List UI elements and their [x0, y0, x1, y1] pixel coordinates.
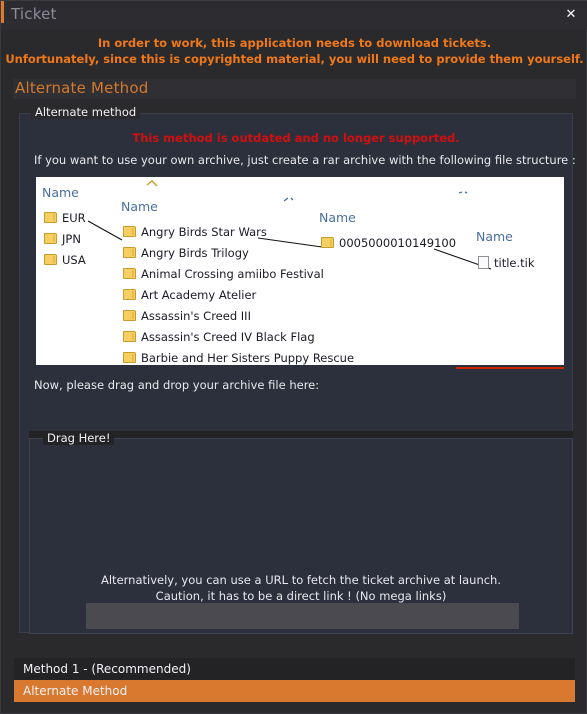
diagram-row-folder: Assassin's Creed IV Black Flag — [123, 329, 315, 346]
diagram-item-label: Art Academy Atelier — [141, 288, 257, 302]
notice-line-2: Unfortunately, since this is copyrighted… — [5, 52, 584, 66]
diagram-item-label: Angry Birds Trilogy — [141, 246, 249, 260]
outdated-warning: This method is outdated and no longer su… — [132, 131, 460, 145]
diagram-row-folder: Assassin's Creed III — [123, 308, 251, 325]
folder-icon — [123, 268, 136, 279]
download-notice: In order to work, this application needs… — [1, 35, 587, 67]
folder-icon — [123, 331, 136, 342]
url-input[interactable] — [86, 603, 519, 629]
close-icon[interactable]: ✕ — [560, 5, 582, 25]
folder-icon — [321, 237, 334, 248]
title-bar: Ticket ✕ — [1, 1, 587, 30]
diagram-red-underline — [456, 367, 564, 369]
file-icon — [478, 256, 489, 269]
diagram-row-folder: JPN — [44, 231, 81, 248]
folder-icon — [44, 233, 57, 244]
notice-line-1: In order to work, this application needs… — [97, 36, 492, 50]
file-structure-diagram: Name EUR JPN USA Name Angry Birds Star W… — [36, 177, 564, 365]
diagram-col1-header: Name — [42, 185, 79, 200]
url-hint-line-1: Alternatively, you can use a URL to fetc… — [101, 573, 501, 587]
diagram-row-folder: EUR — [44, 210, 86, 227]
diagram-item-label: EUR — [62, 211, 86, 225]
folder-icon — [123, 247, 136, 258]
diagram-item-label: 0005000010149100 — [339, 236, 457, 250]
diagram-col2-header: Name — [121, 199, 158, 214]
folder-icon — [123, 226, 136, 237]
diagram-col4-header: Name — [476, 229, 513, 244]
diagram-row-folder: Angry Birds Trilogy — [123, 245, 249, 262]
folder-icon — [44, 212, 57, 223]
diagram-item-label: Assassin's Creed IV Black Flag — [141, 330, 315, 344]
folder-icon — [123, 352, 136, 363]
folder-icon — [123, 310, 136, 321]
structure-instruction: If you want to use your own archive, jus… — [34, 153, 576, 167]
diagram-row-folder: Animal Crossing amiibo Festival — [123, 266, 324, 283]
ticket-window: Ticket ✕ In order to work, this applicat… — [0, 0, 587, 714]
drag-drop-area-label: Drag Here! — [43, 431, 115, 445]
window-title: Ticket — [11, 5, 57, 23]
url-hint-line-2: Caution, it has to be a direct link ! (N… — [155, 589, 447, 603]
diagram-item-label: title.tik — [494, 256, 535, 270]
diagram-row-file: title.tik — [478, 255, 535, 272]
diagram-item-label: Angry Birds Star Wars — [141, 225, 267, 239]
diagram-row-folder: Art Academy Atelier — [123, 287, 256, 304]
diagram-item-label: USA — [62, 253, 86, 267]
diagram-item-label: JPN — [62, 232, 81, 246]
url-hint: Alternatively, you can use a URL to fetc… — [29, 572, 573, 604]
folder-icon — [44, 254, 57, 265]
diagram-item-label: Barbie and Her Sisters Puppy Rescue — [141, 351, 355, 365]
diagram-item-label: Assassin's Creed III — [141, 309, 251, 323]
drag-drop-prompt: Now, please drag and drop your archive f… — [34, 378, 320, 392]
diagram-row-folder: Barbie and Her Sisters Puppy Rescue — [123, 350, 354, 365]
alternate-method-group-label: Alternate method — [31, 105, 141, 119]
diagram-row-folder: USA — [44, 252, 86, 269]
title-accent-bar — [1, 1, 4, 23]
diagram-row-folder: 0005000010149100 — [321, 235, 456, 252]
diagram-row-folder: Angry Birds Star Wars — [123, 224, 267, 241]
folder-icon — [123, 289, 136, 300]
diagram-item-label: Animal Crossing amiibo Festival — [141, 267, 324, 281]
page-title: Alternate Method — [15, 79, 149, 97]
tab-alternate-method[interactable]: Alternate Method — [14, 680, 575, 702]
tab-method-1[interactable]: Method 1 - (Recommended) — [14, 658, 575, 680]
diagram-col3-header: Name — [319, 210, 356, 225]
